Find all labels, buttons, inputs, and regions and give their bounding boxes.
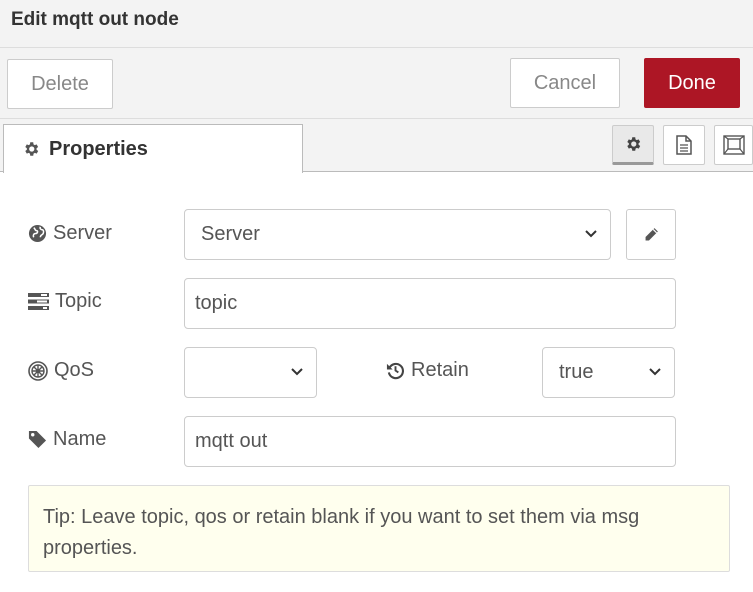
frame-icon bbox=[722, 135, 745, 155]
dialog-titlebar: Edit mqtt out node bbox=[0, 0, 753, 48]
qos-label-text: QoS bbox=[54, 359, 95, 381]
tab-bar: Properties bbox=[0, 119, 753, 173]
cancel-button[interactable]: Cancel bbox=[510, 58, 620, 108]
qos-select[interactable] bbox=[184, 347, 317, 398]
name-label-text: Name bbox=[53, 428, 107, 450]
tasks-icon bbox=[28, 293, 49, 310]
done-button[interactable]: Done bbox=[644, 58, 740, 108]
topic-input[interactable]: topic bbox=[184, 278, 676, 329]
server-label-text: Server bbox=[53, 222, 112, 244]
chevron-down-icon bbox=[585, 230, 597, 238]
pencil-icon bbox=[645, 228, 658, 241]
chevron-down-icon bbox=[291, 368, 303, 376]
retain-label: Retain bbox=[386, 359, 469, 382]
retain-select-value: true bbox=[559, 361, 594, 383]
topic-label: Topic bbox=[28, 290, 102, 313]
globe-icon bbox=[28, 224, 47, 243]
tab-properties-label: Properties bbox=[49, 137, 148, 160]
tab-properties[interactable]: Properties bbox=[3, 124, 303, 173]
empire-icon bbox=[28, 360, 48, 381]
gear-icon bbox=[25, 142, 39, 156]
edit-server-button[interactable] bbox=[626, 209, 676, 260]
chevron-down-icon bbox=[649, 368, 661, 376]
dialog-title: Edit mqtt out node bbox=[11, 9, 179, 30]
node-description-tab-button[interactable] bbox=[663, 125, 705, 165]
retain-select[interactable]: true bbox=[542, 347, 675, 398]
topic-label-text: Topic bbox=[55, 290, 102, 312]
retain-label-text: Retain bbox=[411, 359, 469, 381]
document-icon bbox=[676, 135, 692, 155]
server-label: Server bbox=[28, 222, 112, 245]
server-select[interactable]: Server bbox=[184, 209, 611, 260]
node-properties-tab-button[interactable] bbox=[612, 125, 654, 165]
history-icon bbox=[386, 362, 404, 380]
qos-label: QoS bbox=[28, 359, 94, 382]
dialog-button-bar: Delete Cancel Done bbox=[0, 48, 753, 119]
server-select-value: Server bbox=[201, 223, 260, 245]
name-label: Name bbox=[28, 428, 106, 451]
tip-box: Tip: Leave topic, qos or retain blank if… bbox=[28, 485, 730, 572]
delete-button[interactable]: Delete bbox=[7, 59, 113, 109]
tag-icon bbox=[28, 430, 47, 449]
gear-icon bbox=[627, 137, 641, 151]
node-appearance-tab-button[interactable] bbox=[714, 125, 753, 165]
name-input[interactable]: mqtt out bbox=[184, 416, 676, 467]
